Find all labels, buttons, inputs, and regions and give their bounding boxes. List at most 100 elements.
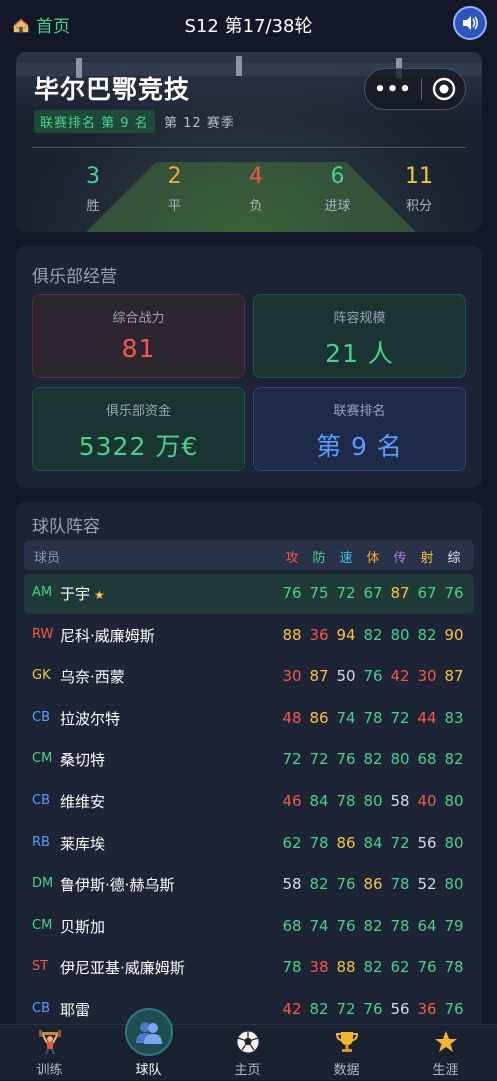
attr-column-header: 射 — [420, 551, 434, 566]
tab-home[interactable]: 主页 — [198, 1025, 297, 1081]
attr-value: 87 — [309, 667, 329, 686]
attr-value: 76 — [336, 750, 356, 769]
attr-value: 76 — [417, 958, 437, 977]
attr-value: 80 — [390, 625, 410, 644]
attr-value: 82 — [363, 750, 383, 769]
player-row[interactable]: CB 维维安 46 84 78 80 58 40 80 — [24, 782, 474, 822]
attr-value: 78 — [444, 958, 464, 977]
stat-value: 6 — [330, 164, 345, 189]
active-tab-bubble[interactable] — [125, 1008, 173, 1056]
player-row[interactable]: GK 乌奈·西蒙 30 87 50 76 42 30 87 — [24, 657, 474, 697]
attr-value: 56 — [390, 1000, 410, 1018]
attr-value: 40 — [417, 792, 437, 810]
attr-value: 88 — [336, 958, 356, 977]
player-row[interactable]: CM 桑切特 72 72 76 82 80 68 82 — [24, 740, 474, 780]
attr-value: 36 — [309, 625, 329, 644]
attr-value: 78 — [390, 916, 410, 935]
player-row[interactable]: AM 于宇 ★ 76 75 72 67 87 67 76 — [24, 574, 474, 614]
stat-label: 平 — [167, 199, 181, 214]
attr-column-header: 传 — [393, 551, 407, 566]
attr-value: 74 — [336, 708, 356, 727]
attr-value: 72 — [336, 1000, 356, 1018]
attr-value: 56 — [417, 833, 437, 852]
attr-value: 72 — [309, 750, 329, 769]
player-row[interactable]: DM 鲁伊斯·德·赫乌斯 58 82 76 86 78 52 80 — [24, 865, 474, 905]
player-name: 伊尼亚基·威廉姆斯 — [60, 959, 185, 978]
attr-value: 90 — [444, 625, 464, 644]
tab-data[interactable]: 数据 — [297, 1025, 396, 1081]
tile-value: 5322 万€ — [78, 432, 199, 461]
player-row[interactable]: CM 贝斯加 68 74 76 82 78 64 79 — [24, 907, 474, 947]
attr-value: 68 — [282, 916, 302, 935]
attr-value: 72 — [390, 708, 410, 727]
tile-label: 阵容规模 — [333, 311, 386, 326]
player-name: 鲁伊斯·德·赫乌斯 — [60, 876, 175, 895]
attr-value: 67 — [363, 584, 383, 602]
weightlifter-icon — [38, 1030, 61, 1055]
club-funds-tile: 俱乐部资金 5322 万€ — [32, 387, 245, 471]
attr-value: 76 — [363, 667, 383, 686]
stat-item: 4负 — [229, 164, 283, 214]
attr-column-header: 体 — [366, 551, 380, 566]
star-icon: ★ — [94, 588, 105, 602]
team-icon — [136, 1022, 162, 1044]
tab-training[interactable]: 训练 — [0, 1025, 99, 1081]
player-name-cell: 维维安 — [60, 791, 105, 812]
target-close-icon — [432, 77, 455, 101]
attr-value: 82 — [444, 750, 464, 769]
attr-value: 42 — [390, 667, 410, 686]
attr-value: 82 — [363, 625, 383, 644]
tab-career[interactable]: 生涯 — [396, 1025, 495, 1081]
player-name: 桑切特 — [60, 751, 106, 770]
close-button[interactable] — [422, 77, 465, 101]
player-row[interactable]: RB 莱库埃 62 78 86 84 72 56 80 — [24, 824, 474, 864]
player-position: CB — [32, 793, 50, 808]
attr-value: 76 — [336, 916, 356, 935]
attr-value: 82 — [363, 958, 383, 977]
player-name: 耶雷 — [60, 1001, 91, 1019]
soccer-ball-icon — [236, 1030, 259, 1054]
attr-value: 76 — [444, 1000, 464, 1018]
squad-table-header: 球员 攻防速体传射综 — [24, 540, 474, 570]
player-row[interactable]: RW 尼科·威廉姆斯 88 36 94 82 80 82 90 — [24, 616, 474, 656]
player-row[interactable]: CB 拉波尔特 48 86 74 78 72 44 83 — [24, 699, 474, 739]
player-name-cell: 耶雷 — [60, 999, 90, 1020]
attr-value: 78 — [282, 958, 302, 977]
stat-value: 2 — [167, 164, 182, 189]
stat-value: 4 — [249, 164, 263, 189]
player-name-cell: 于宇 ★ — [60, 583, 105, 604]
attr-value: 58 — [282, 875, 302, 894]
stat-label: 积分 — [405, 199, 432, 214]
attr-value: 87 — [444, 667, 464, 686]
squad-section-title: 球队阵容 — [32, 517, 100, 537]
attr-column-header: 速 — [339, 551, 353, 566]
season-stats: 3 胜 2 平 4 负 6 进球 11 积分 — [32, 164, 466, 214]
sound-button[interactable] — [453, 6, 487, 40]
player-name-cell: 鲁伊斯·德·赫乌斯 — [60, 874, 175, 895]
player-position: CB — [32, 1001, 50, 1016]
attr-value: 30 — [417, 667, 437, 686]
tile-value: 81 — [121, 334, 156, 363]
hero-divider — [32, 147, 466, 148]
top-bar: 首页 S12 第17/38轮 — [0, 0, 497, 46]
player-name-cell: 乌奈·西蒙 — [60, 666, 125, 687]
star-icon — [434, 1031, 457, 1052]
player-position: CM — [32, 917, 53, 933]
player-position: CM — [32, 751, 53, 767]
squad-card: 球队阵容 球员 攻防速体传射综 AM 于宇 ★ 76 75 72 67 87 67 76 RW 尼科·… — [16, 502, 482, 1062]
league-rank-tile: 联赛排名 第 9 名 — [253, 387, 466, 471]
player-position: RB — [32, 834, 50, 850]
player-name-cell: 桑切特 — [60, 749, 105, 770]
attr-value: 50 — [336, 667, 356, 686]
attr-value: 58 — [390, 792, 410, 810]
attr-value: 76 — [336, 875, 356, 894]
player-name-cell: 伊尼亚基·威廉姆斯 — [60, 957, 185, 978]
player-column-header: 球员 — [34, 551, 61, 566]
attr-column-header: 综 — [447, 551, 461, 566]
player-row[interactable]: ST 伊尼亚基·威廉姆斯 78 38 88 82 62 76 78 — [24, 948, 474, 988]
squad-size-tile: 阵容规模 21 人 — [253, 294, 466, 378]
attr-value: 72 — [336, 584, 356, 602]
attr-column-header: 防 — [312, 551, 326, 566]
more-button[interactable]: ••• — [365, 79, 421, 100]
tile-label: 俱乐部资金 — [105, 404, 171, 419]
